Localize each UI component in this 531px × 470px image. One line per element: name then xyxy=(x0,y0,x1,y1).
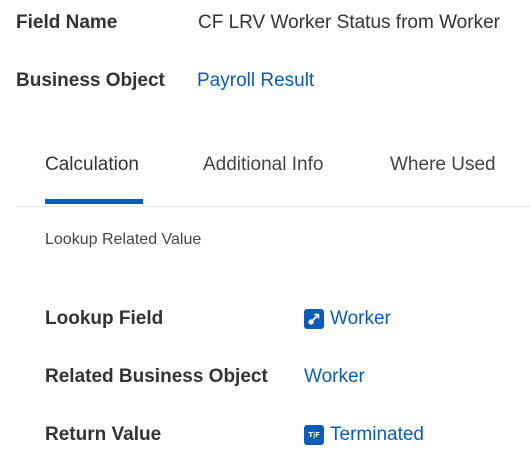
boolean-field-icon[interactable]: T|F xyxy=(304,425,324,445)
field-name-row: Field Name CF LRV Worker Status from Wor… xyxy=(16,10,500,36)
business-object-row: Business Object Payroll Result xyxy=(16,68,314,94)
instance-link-icon[interactable] xyxy=(304,309,324,329)
lookup-field-link[interactable]: Worker xyxy=(330,308,391,330)
business-object-label: Business Object xyxy=(16,70,165,91)
field-detail-page: Field Name CF LRV Worker Status from Wor… xyxy=(0,0,531,470)
tab-bar: Calculation Additional Info Where Used xyxy=(16,140,531,207)
tab-additional-info[interactable]: Additional Info xyxy=(203,154,323,176)
lookup-field-label: Lookup Field xyxy=(45,308,164,329)
business-object-link[interactable]: Payroll Result xyxy=(197,70,314,92)
field-name-label: Field Name xyxy=(16,12,118,33)
lookup-field-row: Lookup Field Worker xyxy=(45,306,391,332)
field-name-value: CF LRV Worker Status from Worker xyxy=(198,12,500,33)
calculation-type: Lookup Related Value xyxy=(45,231,202,248)
return-value-label: Return Value xyxy=(45,424,162,445)
active-tab-indicator xyxy=(45,199,143,204)
related-business-object-label: Related Business Object xyxy=(45,366,268,387)
tab-where-used[interactable]: Where Used xyxy=(390,154,496,176)
return-value-row: Return Value T|F Terminated xyxy=(45,422,424,448)
tab-calculation[interactable]: Calculation xyxy=(45,154,139,176)
related-business-object-row: Related Business Object Worker xyxy=(45,364,365,390)
related-business-object-link[interactable]: Worker xyxy=(304,366,365,388)
return-value-link[interactable]: Terminated xyxy=(330,424,424,446)
boolean-field-icon-text: T|F xyxy=(308,431,320,439)
